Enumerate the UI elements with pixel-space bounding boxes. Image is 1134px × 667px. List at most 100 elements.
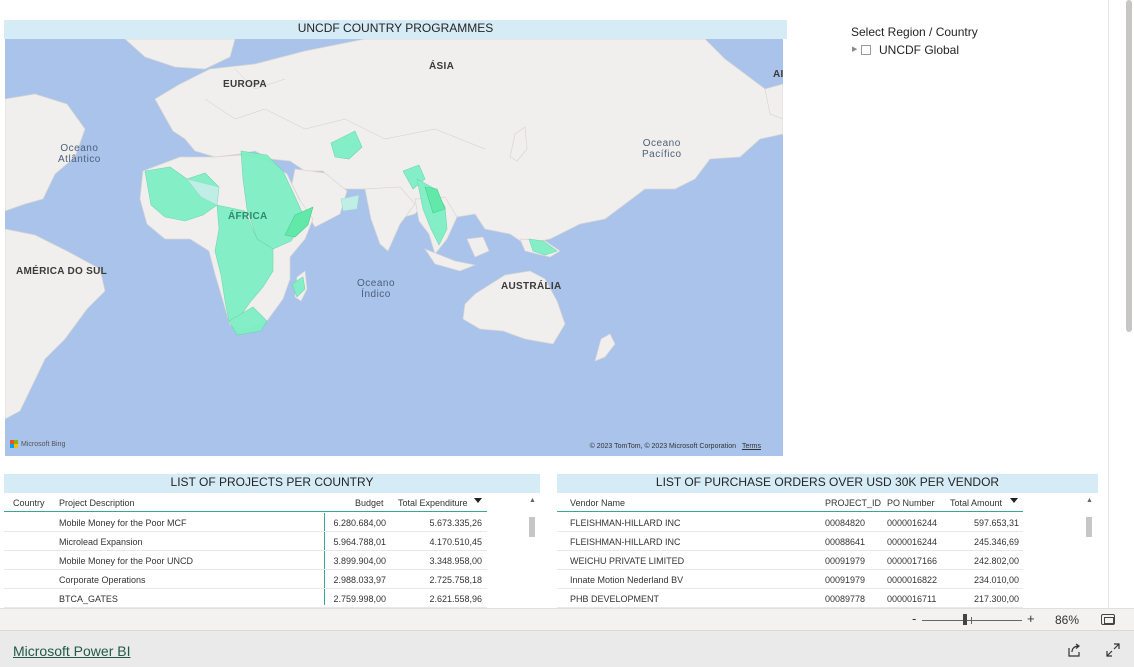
table-row[interactable]: PHB DEVELOPMENT 00089778 0000016711 217.… [557, 589, 1023, 608]
cell-expenditure: 2.725.758,18 [429, 575, 482, 585]
page-scroll-thumb[interactable] [1126, 0, 1132, 332]
cell-expenditure: 2.621.558,96 [429, 594, 482, 604]
copyright-text: © 2023 TomTom, © 2023 Microsoft Corporat… [589, 443, 736, 450]
table-row[interactable]: FLEISHMAN-HILLARD INC 00088641 000001624… [557, 532, 1023, 551]
ocean-label-atlantic: Oceano Atlântico [58, 143, 101, 165]
map-geography [5, 39, 783, 420]
scroll-up-icon[interactable]: ▲ [528, 497, 537, 504]
cell-budget: 5.964.788,01 [333, 537, 386, 547]
table-row[interactable]: Corporate Operations 2.988.033,97 2.725.… [4, 570, 487, 589]
col-project-id[interactable]: PROJECT_ID [825, 498, 881, 508]
cell-description: Mobile Money for the Poor UNCD [59, 556, 194, 566]
projects-table-scrollbar[interactable]: ▲ [528, 497, 537, 607]
cell-po-number: 0000016244 [887, 518, 938, 528]
expand-caret-icon[interactable]: ▶ [852, 42, 861, 58]
cell-project-id: 00088641 [825, 537, 866, 547]
cell-vendor: FLEISHMAN-HILLARD INC [570, 518, 681, 528]
slicer-item-uncdf-global[interactable]: ▶ UNCDF Global [851, 42, 1071, 58]
bing-attribution: Microsoft Bing [10, 440, 65, 448]
cell-description: Microlead Expansion [59, 537, 143, 547]
cell-po-number: 0000017166 [887, 556, 938, 566]
continent-label-australia: AUSTRÁLIA [501, 281, 562, 292]
scroll-up-icon[interactable]: ▲ [1085, 497, 1094, 504]
region-country-slicer: Select Region / Country ▶ UNCDF Global [851, 24, 1071, 58]
cell-expenditure: 3.348.958,00 [429, 556, 482, 566]
table-header: Country Project Description Budget Total… [4, 493, 487, 512]
footer-bar: Microsoft Power BI [0, 630, 1134, 667]
terms-link[interactable]: Terms [742, 443, 761, 450]
bing-label: Microsoft Bing [21, 440, 66, 448]
page-scrollbar[interactable] [1108, 0, 1134, 608]
table-row[interactable]: BTCA_GATES 2.759.998,00 2.621.558,96 [4, 589, 487, 608]
sort-desc-icon[interactable] [1010, 498, 1018, 503]
continent-label-europe: EUROPA [223, 79, 267, 90]
cell-vendor: Innate Motion Nederland BV [570, 575, 684, 585]
cell-description: BTCA_GATES [59, 594, 118, 604]
cell-po-number: 0000016244 [887, 537, 938, 547]
table-row[interactable]: Mobile Money for the Poor UNCD 3.899.904… [4, 551, 487, 570]
table-row[interactable]: Mobile Money for the Poor MCF 6.280.684,… [4, 513, 487, 532]
col-country[interactable]: Country [13, 498, 45, 508]
ocean-label-pacific: Oceano Pacífico [642, 138, 682, 160]
zoom-slider-midmark [971, 617, 972, 624]
microsoft-logo-icon [10, 440, 18, 448]
table-row[interactable]: FLEISHMAN-HILLARD INC 00084820 000001624… [557, 513, 1023, 532]
report-canvas: UNCDF COUNTRY PROGRAMMES EUROPA ÁSIA AI … [0, 0, 1108, 608]
table-header: Vendor Name PROJECT_ID PO Number Total A… [557, 493, 1023, 512]
country-programmes-map[interactable]: EUROPA ÁSIA AI ÁFRICA AMÉRICA DO SUL AUS… [5, 39, 783, 456]
cell-budget: 3.899.904,00 [333, 556, 386, 566]
cell-amount: 217.300,00 [973, 594, 1019, 604]
fullscreen-icon[interactable] [1106, 643, 1120, 657]
cell-project-id: 00091979 [825, 556, 866, 566]
cell-amount: 245.346,69 [973, 537, 1019, 547]
cell-po-number: 0000016822 [887, 575, 938, 585]
zoom-in-button[interactable]: + [1027, 611, 1035, 626]
col-total-amount[interactable]: Total Amount [950, 498, 1002, 508]
power-bi-link[interactable]: Microsoft Power BI [13, 643, 130, 659]
cell-budget: 6.280.684,00 [333, 518, 386, 528]
cell-project-id: 00089778 [825, 594, 866, 604]
cell-description: Corporate Operations [59, 575, 146, 585]
purchase-orders-table: Vendor Name PROJECT_ID PO Number Total A… [557, 493, 1098, 608]
col-vendor-name[interactable]: Vendor Name [570, 498, 625, 508]
projects-table-title: LIST OF PROJECTS PER COUNTRY [4, 474, 540, 493]
continent-label-africa: ÁFRICA [228, 211, 268, 222]
table-row[interactable]: Microlead Expansion 5.964.788,01 4.170.5… [4, 532, 487, 551]
zoom-slider-handle[interactable] [963, 614, 967, 625]
cell-budget: 2.988.033,97 [333, 575, 386, 585]
cell-project-id: 00084820 [825, 518, 866, 528]
cell-description: Mobile Money for the Poor MCF [59, 518, 187, 528]
cell-project-id: 00091979 [825, 575, 866, 585]
col-budget[interactable]: Budget [355, 498, 384, 508]
share-icon[interactable] [1067, 643, 1081, 657]
cell-vendor: FLEISHMAN-HILLARD INC [570, 537, 681, 547]
cell-vendor: PHB DEVELOPMENT [570, 594, 660, 604]
zoom-out-button[interactable]: - [912, 611, 916, 626]
checkbox[interactable] [861, 45, 871, 55]
cell-expenditure: 5.673.335,26 [429, 518, 482, 528]
scroll-thumb[interactable] [1086, 517, 1092, 537]
zoom-bar: - + 86% [0, 608, 1134, 630]
table-row[interactable]: WEICHU PRIVATE LIMITED 00091979 00000171… [557, 551, 1023, 570]
cell-budget: 2.759.998,00 [333, 594, 386, 604]
sort-desc-icon[interactable] [474, 498, 482, 503]
cell-amount: 242.802,00 [973, 556, 1019, 566]
cell-expenditure: 4.170.510,45 [429, 537, 482, 547]
map-title: UNCDF COUNTRY PROGRAMMES [4, 20, 787, 39]
zoom-slider-track[interactable] [922, 620, 1022, 621]
col-project-description[interactable]: Project Description [59, 498, 135, 508]
scroll-thumb[interactable] [529, 517, 535, 537]
map-copyright: © 2023 TomTom, © 2023 Microsoft Corporat… [590, 443, 761, 450]
cell-vendor: WEICHU PRIVATE LIMITED [570, 556, 685, 566]
col-total-expenditure[interactable]: Total Expenditure [398, 498, 468, 508]
slicer-title: Select Region / Country [851, 25, 978, 39]
ocean-label-indian: Oceano Índico [357, 278, 396, 300]
po-table-scrollbar[interactable]: ▲ [1085, 497, 1094, 607]
continent-label-asia: ÁSIA [429, 61, 455, 72]
table-row[interactable]: Innate Motion Nederland BV 00091979 0000… [557, 570, 1023, 589]
cell-amount: 597.653,31 [973, 518, 1019, 528]
col-po-number[interactable]: PO Number [887, 498, 935, 508]
zoom-level: 86% [1055, 613, 1080, 627]
fit-to-page-icon[interactable] [1101, 614, 1115, 625]
continent-label-edge: AI [773, 69, 783, 80]
